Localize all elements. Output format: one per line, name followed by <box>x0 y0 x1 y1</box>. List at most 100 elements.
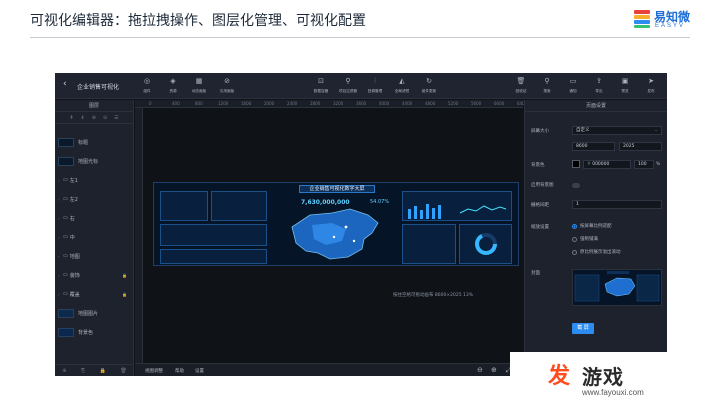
visual-editor-window: ‹ 企业销售可视化 ◎ 组件 ◈ 资源 ▦ 动态面板 ⊘ 引用面板 ⊡ 数据容器 ⚲ 项目过… <box>55 73 667 376</box>
add-layer-icon[interactable]: ⊕ <box>62 365 66 376</box>
page-settings-title: 页面设置 <box>525 100 667 112</box>
bg-color-label: 背景色 <box>531 163 545 168</box>
ruler-tick-label: 2000 <box>264 101 275 106</box>
cover-label: 封面 <box>531 271 540 276</box>
donut-graphic <box>475 233 497 255</box>
layer-item[interactable]: 地图图片 <box>58 307 131 319</box>
ruler-tick-label: 3200 <box>333 101 344 106</box>
lock-icon[interactable]: 🔒 <box>122 292 127 297</box>
logo-mark-icon <box>634 10 650 28</box>
toolbar-components-button[interactable]: ◎ 组件 <box>135 77 159 94</box>
screen-panel-left-top <box>160 191 208 221</box>
delete-layer-icon[interactable]: 🗑 <box>120 365 126 376</box>
cover-thumbnail <box>572 269 662 306</box>
ruler-tick-label: 1600 <box>241 101 252 106</box>
top-toolbar: ‹ 企业销售可视化 ◎ 组件 ◈ 资源 ▦ 动态面板 ⊘ 引用面板 ⊡ 数据容器 ⚲ 项目过… <box>55 73 667 99</box>
layer-item[interactable]: 标题 <box>58 136 131 148</box>
back-icon[interactable]: ‹ <box>63 79 67 89</box>
layer-group[interactable]: › ▭ 右 <box>58 212 131 224</box>
width-input[interactable]: 8600 <box>572 142 615 151</box>
layer-thumbnail <box>58 156 74 166</box>
ruler-tick-label: 1200 <box>218 101 229 106</box>
layer-group[interactable]: › ▭ 装饰 🔒 <box>58 269 131 281</box>
zoom-in-icon[interactable]: ⊕ <box>491 366 497 374</box>
refresh-icon: ↻ <box>426 77 432 85</box>
layers-footer: ⊕ ⎘ 🔒 🗑 <box>55 364 134 376</box>
copy-layer-icon[interactable]: ⎘ <box>81 365 85 376</box>
layer-thumbnail <box>58 137 74 147</box>
lock-layer-icon[interactable]: 🔒 <box>100 365 106 376</box>
bg-color-input[interactable]: # 000000 <box>583 160 631 169</box>
folder-icon: ▭ <box>63 291 68 297</box>
site-watermark: 发 游戏 www.fayouxi.com <box>510 352 706 400</box>
dynamic-panel-icon: ▦ <box>195 77 203 85</box>
layer-item[interactable]: 背景色 <box>58 326 131 338</box>
screen-title: 企业销售可视化数字大屏 <box>299 185 375 193</box>
enable-bg-image-toggle[interactable] <box>572 183 580 188</box>
lock-icon[interactable]: 🔒 <box>122 273 127 278</box>
ruler-tick-label: 4000 <box>379 101 390 106</box>
layer-group[interactable]: › ▭ 左2 <box>58 193 131 205</box>
grid-size-input[interactable]: 1 <box>572 200 662 209</box>
toolbar-resources-button[interactable]: ◈ 资源 <box>161 77 185 94</box>
height-input[interactable]: 2025 <box>619 142 662 151</box>
toolbar-trash-button[interactable]: 🗑 回收站 <box>509 77 533 94</box>
ungroup-icon[interactable]: ⊖ <box>103 112 107 123</box>
layer-group[interactable]: › ▭ 左1 <box>58 174 131 186</box>
group-icon[interactable]: ⊕ <box>92 112 96 123</box>
toolbar-callback-button[interactable]: ⫶ 回调管理 <box>363 77 387 94</box>
toolbar-search-button[interactable]: ⚲ 搜索 <box>535 77 559 94</box>
toolbar-publish-button[interactable]: ➤ 发布 <box>639 77 663 94</box>
radio-selected-icon <box>572 223 577 229</box>
scale-option-stretch[interactable]: 强制铺满 <box>572 236 598 242</box>
toolbar-data-container-button[interactable]: ⊡ 数据容器 <box>309 77 333 94</box>
toolbar-export-button[interactable]: ⇪ 导出 <box>587 77 611 94</box>
toolbar-component-update-button[interactable]: ↻ 组件更新 <box>417 77 441 94</box>
bg-opacity-input[interactable]: 100 <box>634 160 654 169</box>
view-adjust-button[interactable]: 视图调整 <box>145 368 163 374</box>
toolbar-dynamic-panel-button[interactable]: ▦ 动态面板 <box>187 77 211 94</box>
cover-thumbnail-graphic <box>574 271 660 302</box>
bar-chart-graphic <box>408 204 507 219</box>
layer-thumbnail <box>58 327 74 337</box>
layer-item[interactable]: 地图光标 <box>58 155 131 167</box>
ruler-tick-label: 0 <box>149 101 152 106</box>
preview-icon: ▣ <box>621 77 629 85</box>
move-top-icon[interactable]: ⇞ <box>69 112 73 123</box>
toolbar-notification-button[interactable]: ▭ 通知 <box>561 77 585 94</box>
scale-option-original-scroll[interactable]: 原比例展示溢出滚动 <box>572 249 621 255</box>
settings-button[interactable]: 设置 <box>195 368 204 374</box>
dashboard-screen-preview[interactable]: 企业销售可视化数字大屏 7,630,000,000 54.07% <box>153 182 519 266</box>
opacity-unit: % <box>656 162 661 167</box>
bg-color-swatch[interactable] <box>572 160 580 168</box>
editor-canvas[interactable]: 0 400 800 1200 1600 2000 2400 2800 3200 3600 4000 4… <box>135 100 527 376</box>
message-icon: ▭ <box>569 77 577 85</box>
toolbar-filter-button[interactable]: ⚲ 项目过滤器 <box>336 77 360 94</box>
folder-icon: ▭ <box>63 253 68 259</box>
layers-menu-icon[interactable]: ☰ <box>114 112 118 123</box>
china-map-graphic <box>291 208 379 260</box>
ruler-tick-label: 400 <box>172 101 180 106</box>
layers-panel-title: 图层 <box>55 100 133 112</box>
filter-icon: ⚲ <box>345 77 351 85</box>
screen-panel-left-middle <box>160 224 267 246</box>
help-button[interactable]: 帮助 <box>175 368 184 374</box>
zoom-out-icon[interactable]: ⊖ <box>477 366 483 374</box>
move-bottom-icon[interactable]: ⇟ <box>81 112 85 123</box>
vertical-ruler <box>135 108 143 363</box>
page-settings-panel: 页面设置 屏幕大小 自定义 ⌄ 8600 2025 背景色 # 000000 1… <box>524 100 667 376</box>
global-filter-icon: ◭ <box>399 77 405 85</box>
layer-group[interactable]: › ▭ 覆盖 🔒 <box>58 288 131 300</box>
scale-option-fit-ratio[interactable]: 按屏幕比例适配 <box>572 223 612 229</box>
toolbar-reference-panel-button[interactable]: ⊘ 引用面板 <box>215 77 239 94</box>
toolbar-global-filter-button[interactable]: ◭ 全局滤镜 <box>390 77 414 94</box>
layer-group[interactable]: › ▭ 中 <box>58 231 131 243</box>
toolbar-preview-button[interactable]: ▣ 预览 <box>613 77 637 94</box>
brand-logo: 易知微 EASYV <box>634 8 694 32</box>
layer-group[interactable]: › ▭ 地图 <box>58 250 131 262</box>
radio-icon <box>572 249 577 255</box>
resources-icon: ◈ <box>170 77 176 85</box>
screen-size-select[interactable]: 自定义 ⌄ <box>572 126 662 135</box>
folder-icon: ▭ <box>63 196 68 202</box>
screenshot-button[interactable]: 截 屏 <box>572 323 594 334</box>
